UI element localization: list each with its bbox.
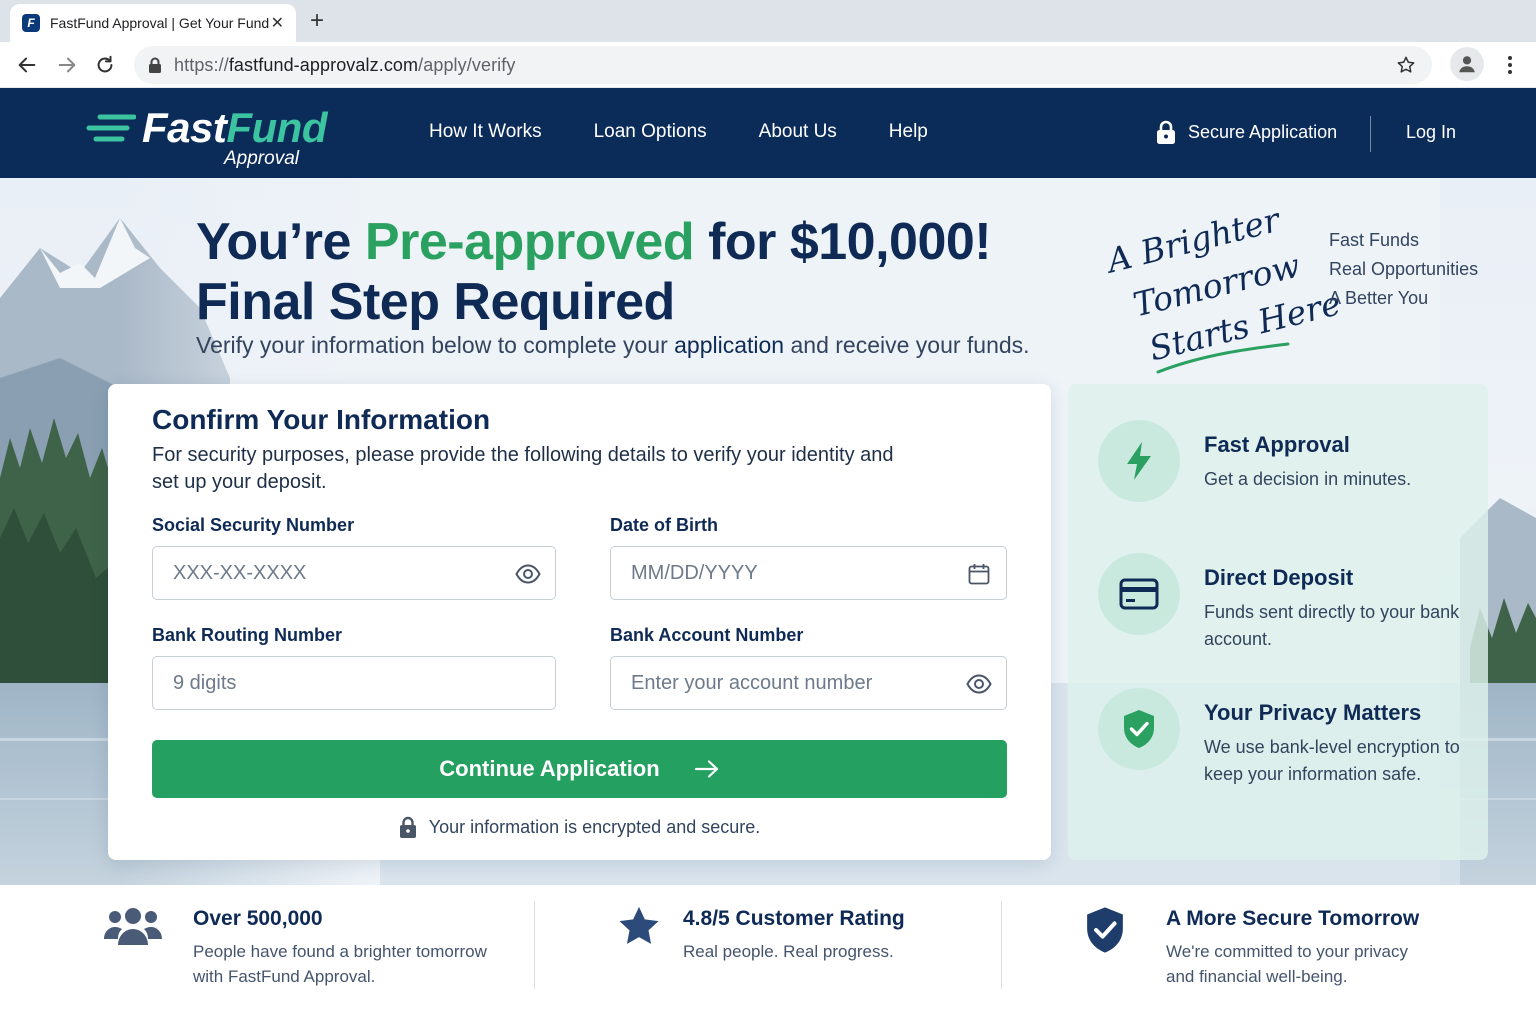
calendar-icon[interactable] xyxy=(966,561,992,587)
browser-toolbar: https://fastfund-approvalz.com/apply/ver… xyxy=(0,42,1536,88)
login-link[interactable]: Log In xyxy=(1406,122,1456,143)
continue-button-label: Continue Application xyxy=(439,756,660,781)
browser-tabstrip: F FastFund Approval | Get Your Funds Tod… xyxy=(0,0,1536,42)
lightning-icon xyxy=(1098,420,1180,502)
star-icon xyxy=(619,906,659,944)
account-label: Bank Account Number xyxy=(610,625,804,645)
shield-check-icon xyxy=(1098,688,1180,770)
secure-application-link[interactable]: Secure Application xyxy=(1156,120,1337,144)
main-nav: How It Works Loan Options About Us Help xyxy=(429,121,928,143)
arrow-left-icon xyxy=(18,57,36,73)
credit-card-icon xyxy=(1098,553,1180,635)
reload-icon xyxy=(97,55,113,73)
reload-button[interactable] xyxy=(92,52,118,78)
speed-lines-icon xyxy=(86,114,136,142)
swoosh-underline xyxy=(1156,342,1290,374)
person-icon xyxy=(1459,56,1475,73)
logo-subtitle: Approval xyxy=(224,148,299,169)
eye-icon[interactable] xyxy=(515,561,541,587)
arrow-right-icon xyxy=(58,57,76,73)
script-slogan: A Brighter Tomorrow Starts Here xyxy=(1103,200,1345,374)
address-bar[interactable]: https://fastfund-approvalz.com/apply/ver… xyxy=(134,46,1432,84)
verification-form: Confirm Your Information For security pu… xyxy=(108,384,1051,860)
ssn-label: Social Security Number xyxy=(152,515,355,535)
fastfund-logo[interactable]: FastFund Approval xyxy=(86,104,336,169)
tagline-item: Real Opportunities xyxy=(1329,259,1479,279)
dob-label: Date of Birth xyxy=(610,515,718,535)
feature-direct-deposit: Direct Deposit Funds sent directly to yo… xyxy=(1098,553,1478,663)
logo-wordmark: FastFund xyxy=(142,104,327,151)
hero-subheading: Verify your information below to complet… xyxy=(196,332,1030,358)
encryption-note-text: Your information is encrypted and secure… xyxy=(428,816,761,837)
dob-field-wrapper xyxy=(610,546,1007,600)
arrow-right-icon xyxy=(694,760,718,778)
form-description: For security purposes, please provide th… xyxy=(152,444,894,493)
dob-input[interactable] xyxy=(611,547,1006,599)
account-number-input[interactable] xyxy=(611,657,1006,709)
tab-title: FastFund Approval | Get Your Funds Today xyxy=(50,15,270,31)
browser-menu-button[interactable] xyxy=(1500,52,1520,78)
nav-about-us[interactable]: About Us xyxy=(759,121,837,143)
trust-item-rating: 4.8/5 Customer Rating Real people. Real … xyxy=(617,905,977,995)
routing-label: Bank Routing Number xyxy=(152,625,343,645)
new-tab-button[interactable]: + xyxy=(310,8,324,34)
padlock-icon xyxy=(148,57,162,73)
site-header: FastFund Approval How It Works Loan Opti… xyxy=(0,88,1536,178)
shield-check-icon xyxy=(1087,907,1123,953)
trust-bar: Over 500,000 People have found a brighte… xyxy=(0,885,1536,1024)
back-button[interactable] xyxy=(14,52,40,78)
eye-icon[interactable] xyxy=(966,671,992,697)
trust-divider xyxy=(1001,901,1002,989)
url-text: https://fastfund-approvalz.com/apply/ver… xyxy=(174,54,516,75)
lock-icon xyxy=(399,816,416,838)
headline: You’re Pre-approved for $10,000! Final S… xyxy=(196,213,992,331)
features-panel: Fast Approval Get a decision in minutes.… xyxy=(1068,384,1488,860)
account-field-wrapper xyxy=(610,656,1007,710)
routing-number-input[interactable] xyxy=(153,657,555,709)
bookmark-star-icon[interactable] xyxy=(1396,55,1416,80)
feature-privacy: Your Privacy Matters We use bank-level e… xyxy=(1098,688,1478,798)
header-divider xyxy=(1370,116,1371,152)
browser-tab[interactable]: F FastFund Approval | Get Your Funds Tod… xyxy=(10,4,296,42)
ssn-field-wrapper xyxy=(152,546,556,600)
tagline-list: Fast Funds Real Opportunities A Better Y… xyxy=(1329,226,1478,313)
secure-application-label: Secure Application xyxy=(1188,121,1338,142)
form-title: Confirm Your Information xyxy=(152,404,491,435)
tab-close-button[interactable]: ✕ xyxy=(271,13,284,33)
routing-field-wrapper xyxy=(152,656,556,710)
trust-item-security: A More Secure Tomorrow We're committed t… xyxy=(1082,905,1482,995)
nav-loan-options[interactable]: Loan Options xyxy=(594,121,707,143)
trust-divider xyxy=(534,901,535,989)
tagline-item: Fast Funds xyxy=(1329,230,1420,250)
profile-avatar-button[interactable] xyxy=(1450,47,1484,81)
forward-button[interactable] xyxy=(54,52,80,78)
pre-approved-highlight: Pre-approved xyxy=(364,213,695,271)
lock-icon xyxy=(1157,120,1175,144)
tagline-item: A Better You xyxy=(1329,288,1429,308)
more-vertical-icon xyxy=(1508,56,1512,74)
nav-help[interactable]: Help xyxy=(889,121,928,143)
trust-item-customers: Over 500,000 People have found a brighte… xyxy=(104,905,514,995)
hero-section: You’re Pre-approved for $10,000! Final S… xyxy=(0,178,1536,885)
headline-final-step: Final Step Required xyxy=(196,273,675,331)
continue-application-button[interactable]: Continue Application xyxy=(152,740,1007,798)
feature-fast-approval: Fast Approval Get a decision in minutes. xyxy=(1098,420,1478,530)
ssn-input[interactable] xyxy=(153,547,555,599)
favicon-icon: F xyxy=(22,14,40,32)
nav-how-it-works[interactable]: How It Works xyxy=(429,121,542,143)
people-icon xyxy=(104,908,162,945)
encryption-note: Your information is encrypted and secure… xyxy=(108,816,1051,838)
